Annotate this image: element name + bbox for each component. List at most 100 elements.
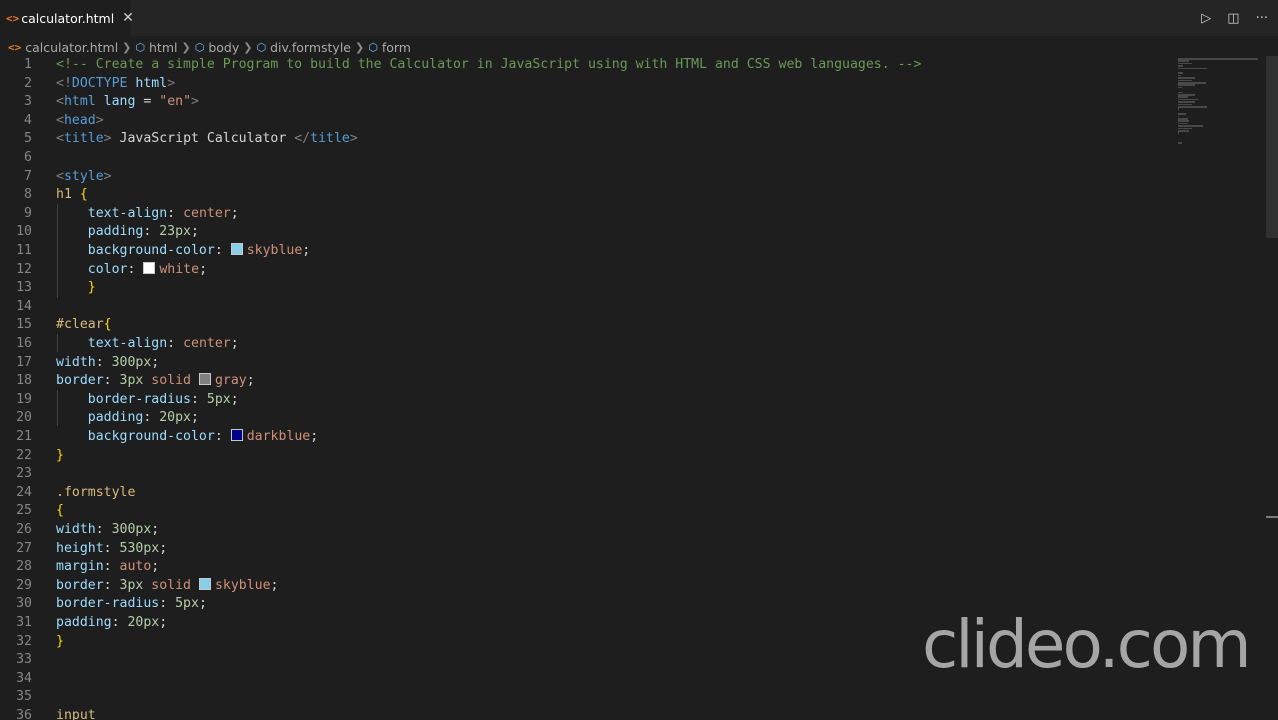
code-token: margin xyxy=(56,559,104,575)
code-line[interactable]: 5 <title> JavaScript Calculator </title> xyxy=(0,130,1170,149)
line-number: 12 xyxy=(16,261,32,277)
minimap[interactable] xyxy=(1176,56,1260,220)
code-line[interactable]: 27 height: 530px; xyxy=(0,540,1170,559)
line-number: 32 xyxy=(16,633,32,649)
code-token: ; xyxy=(151,354,160,370)
color-swatch-icon[interactable] xyxy=(143,261,156,274)
minimap-line xyxy=(1178,60,1190,62)
color-swatch-icon[interactable] xyxy=(230,243,243,255)
breadcrumb-body[interactable]: ⬡ body xyxy=(195,40,240,55)
code-line[interactable]: 16 text-align: center; xyxy=(0,335,1170,354)
code-line[interactable]: 22} xyxy=(0,447,1170,466)
chevron-right-icon: ❯ xyxy=(355,40,365,54)
code-token: 5px xyxy=(206,391,231,407)
code-token: : xyxy=(159,596,176,612)
code-line[interactable]: 10 padding: 23px; xyxy=(0,223,1170,242)
breadcrumb-div-formstyle[interactable]: ⬡ div.formstyle xyxy=(256,40,351,55)
code-line[interactable]: 20 padding: 20px; xyxy=(0,409,1170,428)
code-token: { xyxy=(56,503,64,519)
line-number: 34 xyxy=(16,670,32,686)
code-token: : xyxy=(214,429,231,444)
code-line[interactable]: 6 xyxy=(0,149,1170,168)
code-token: ; xyxy=(191,410,199,426)
code-line[interactable]: 26 width: 300px; xyxy=(0,521,1170,540)
code-line[interactable]: 36 input xyxy=(0,707,1170,720)
line-number: 36 xyxy=(16,708,32,720)
vertical-scrollbar[interactable] xyxy=(1266,56,1278,238)
code-line[interactable]: 1 <!-- Create a simple Program to build t… xyxy=(0,56,1170,75)
line-number: 19 xyxy=(16,391,32,407)
code-line[interactable]: 19 border-radius: 5px; xyxy=(0,391,1170,410)
line-number: 5 xyxy=(24,131,32,147)
code-token: <!-- Create a simple Program to build th… xyxy=(56,57,922,72)
minimap-line xyxy=(1178,122,1188,125)
minimap-line xyxy=(1178,127,1193,130)
more-actions-icon[interactable]: ··· xyxy=(1256,11,1268,26)
breadcrumb-form[interactable]: ⬡ form xyxy=(368,40,411,55)
color-swatch-icon[interactable] xyxy=(198,373,211,386)
breadcrumb-html[interactable]: ⬡ html xyxy=(135,40,177,55)
code-token: JavaScript Calculator xyxy=(111,131,295,147)
code-token: border xyxy=(56,577,104,593)
code-token: > xyxy=(349,131,358,147)
code-token: skyblue xyxy=(214,577,271,593)
code-line[interactable]: 35 xyxy=(0,688,1170,707)
code-token: { xyxy=(79,187,88,203)
code-line[interactable]: 4 <head> xyxy=(0,112,1170,131)
code-line[interactable]: 23 xyxy=(0,465,1170,484)
code-line[interactable]: 21 background-color: darkblue; xyxy=(0,428,1170,447)
code-line[interactable]: 15 #clear{ xyxy=(0,316,1170,335)
code-line[interactable]: 29 border: 3px solid skyblue; xyxy=(0,577,1170,596)
minimap-line xyxy=(1178,115,1179,118)
close-icon[interactable]: ✕ xyxy=(122,10,134,26)
line-number: 30 xyxy=(16,596,32,612)
chevron-right-icon: ❯ xyxy=(122,40,132,54)
code-line[interactable]: 2 <!DOCTYPE html> xyxy=(0,75,1170,94)
tab-bar: <> calculator.html ✕ ▷ ◫ ··· xyxy=(0,0,1278,37)
color-swatch-icon[interactable] xyxy=(230,429,243,441)
code-token: : xyxy=(103,540,120,556)
code-token: style xyxy=(63,168,104,184)
code-token: : xyxy=(214,243,231,258)
code-line[interactable]: 9 text-align: center; xyxy=(0,205,1170,224)
run-icon[interactable]: ▷ xyxy=(1201,11,1211,26)
code-token: darkblue xyxy=(246,429,311,444)
code-text: <!DOCTYPE html> xyxy=(56,75,175,94)
code-text: text-align: center; xyxy=(56,335,239,354)
split-editor-icon[interactable]: ◫ xyxy=(1227,11,1239,26)
code-token: width xyxy=(56,522,96,537)
minimap-line xyxy=(1178,65,1183,67)
code-token: 3px xyxy=(119,577,152,593)
code-line[interactable]: 18 border: 3px solid gray; xyxy=(0,372,1170,391)
code-line[interactable]: 11 background-color: skyblue; xyxy=(0,242,1170,261)
code-token: padding xyxy=(87,410,144,426)
code-line[interactable]: 17 width: 300px; xyxy=(0,354,1170,373)
code-line[interactable]: 3 <html lang = "en"> xyxy=(0,93,1170,112)
line-number: 24 xyxy=(16,484,32,500)
tab-label: calculator.html xyxy=(21,10,115,26)
code-text: border-radius: 5px; xyxy=(56,595,207,614)
code-token: : xyxy=(143,410,160,426)
code-line[interactable]: 7 <style> xyxy=(0,168,1170,187)
line-number: 23 xyxy=(16,466,32,482)
code-text: input xyxy=(56,707,96,720)
code-line[interactable]: 13 } xyxy=(0,279,1170,298)
minimap-line xyxy=(1178,130,1189,132)
code-line[interactable]: 25 { xyxy=(0,502,1170,521)
code-line[interactable]: 24 .formstyle xyxy=(0,484,1170,503)
code-token: ; xyxy=(310,429,319,444)
html-file-icon: <> xyxy=(6,11,20,25)
code-line[interactable]: 28 margin: auto; xyxy=(0,558,1170,577)
breadcrumb-file[interactable]: <> calculator.html xyxy=(8,40,118,55)
code-line[interactable]: 8 h1 { xyxy=(0,186,1170,205)
code-token: auto xyxy=(119,559,152,575)
code-token: ; xyxy=(302,243,311,258)
code-token: ; xyxy=(191,224,199,240)
code-token: < xyxy=(56,112,64,128)
code-token: border-radius xyxy=(56,596,160,612)
code-token: { xyxy=(103,317,112,333)
code-line[interactable]: 14 xyxy=(0,298,1170,317)
code-line[interactable]: 12 color: white; xyxy=(0,261,1170,280)
color-swatch-icon[interactable] xyxy=(198,577,211,590)
tab-calculator-html[interactable]: <> calculator.html ✕ xyxy=(0,0,134,36)
